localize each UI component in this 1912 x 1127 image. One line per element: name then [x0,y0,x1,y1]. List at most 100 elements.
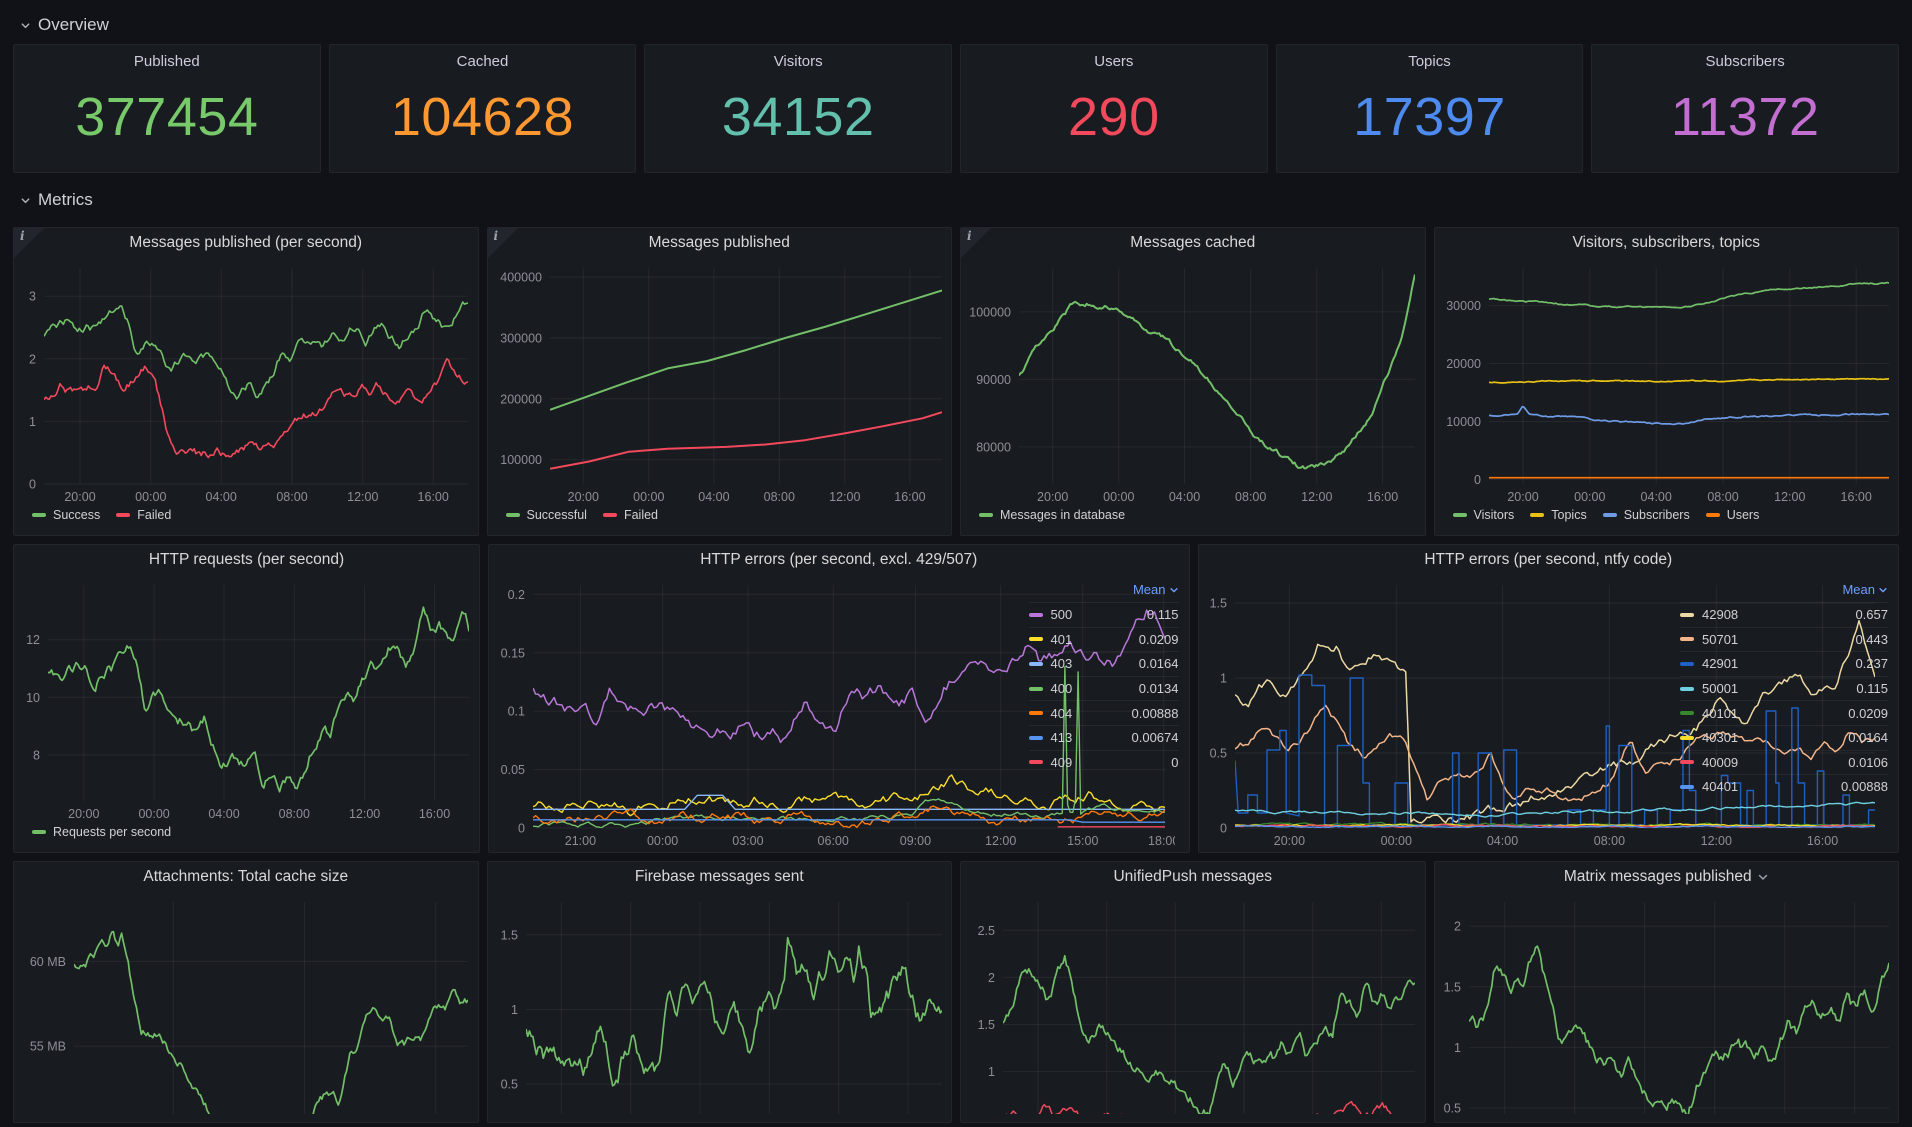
legend-sort-mean[interactable]: Mean [1680,577,1888,602]
svg-text:04:00: 04:00 [698,490,729,504]
stat-subscribers: Subscribers 11372 [1591,44,1899,173]
svg-text:8: 8 [33,748,40,762]
chart-messages-published[interactable]: 20:0000:0004:0008:0012:0016:001000002000… [488,258,952,508]
svg-text:0.5: 0.5 [1443,1101,1460,1115]
legend-row-403[interactable]: 4030.0164 [1029,651,1179,676]
svg-text:10: 10 [26,691,40,705]
chart-http-requests[interactable]: 20:0000:0004:0008:0012:0016:0081012 [14,575,479,825]
section-metrics[interactable]: Metrics [13,173,1899,219]
svg-text:0.5: 0.5 [500,1078,517,1092]
legend-item-topics[interactable]: Topics [1530,508,1586,522]
chart-visitors-subscribers-topics[interactable]: 20:0000:0004:0008:0012:0016:000100002000… [1435,258,1899,508]
chart-legend: Messages in database [961,508,1425,535]
chart-firebase-messages[interactable]: 0.511.5 [488,892,952,1122]
stat-value: 11372 [1671,70,1820,172]
chart-http-errors-excl[interactable]: 21:0000:0003:0006:0009:0012:0015:0018:00… [489,575,1025,852]
chevron-down-icon [20,195,31,206]
svg-text:400000: 400000 [500,271,542,285]
chart-messages-published-rate[interactable]: 20:0000:0004:0008:0012:0016:000123 [14,258,478,508]
svg-text:00:00: 00:00 [1380,834,1411,848]
panel-title[interactable]: Matrix messages published [1435,862,1899,892]
svg-text:21:00: 21:00 [565,834,596,848]
legend-row-40101[interactable]: 401010.0209 [1680,700,1888,725]
legend-row-404[interactable]: 4040.00888 [1029,700,1179,725]
panel-http-requests: HTTP requests (per second) 20:0000:0004:… [13,544,480,853]
legend-row-413[interactable]: 4130.00674 [1029,725,1179,750]
svg-text:03:00: 03:00 [732,834,763,848]
info-icon[interactable]: i [488,228,518,258]
legend-item-failed[interactable]: Failed [116,508,171,522]
panel-title[interactable]: Attachments: Total cache size [14,862,478,892]
legend-item-subscribers[interactable]: Subscribers [1603,508,1690,522]
legend-row-409[interactable]: 4090 [1029,750,1179,775]
chart-legend-table: Mean5000.1154010.02094030.01644000.01344… [1025,575,1189,852]
legend-item-visitors[interactable]: Visitors [1453,508,1515,522]
legend-row-401[interactable]: 4010.0209 [1029,627,1179,652]
chart-unifiedpush-messages[interactable]: 11.522.5 [961,892,1425,1122]
legend-item-messages-in-database[interactable]: Messages in database [979,508,1125,522]
legend-row-40401[interactable]: 404010.00888 [1680,774,1888,799]
chart-messages-cached[interactable]: 20:0000:0004:0008:0012:0016:008000090000… [961,258,1425,508]
legend-item-success[interactable]: Success [32,508,100,522]
chart-legend: Requests per second [14,825,479,852]
series-color-swatch [1680,760,1694,764]
legend-sort-mean[interactable]: Mean [1029,577,1179,602]
legend-item-failed[interactable]: Failed [603,508,658,522]
chart-attachments-cache-size[interactable]: 55 MB60 MB [14,892,478,1122]
stat-label: Topics [1408,53,1451,70]
svg-text:12:00: 12:00 [1301,490,1332,504]
legend-row-500[interactable]: 5000.115 [1029,602,1179,627]
chart-legend: Success Failed [14,508,478,535]
svg-text:08:00: 08:00 [763,490,794,504]
panel-title[interactable]: Firebase messages sent [488,862,952,892]
series-color-swatch [1029,687,1043,691]
chart-http-errors-ntfy[interactable]: 20:0000:0004:0008:0012:0016:0000.511.5 [1199,575,1677,852]
dashboard: Overview Published 377454 Cached 104628 … [0,0,1912,1123]
stat-value: 34152 [722,70,875,172]
svg-text:00:00: 00:00 [135,490,166,504]
series-color-swatch [1680,785,1694,789]
legend-row-40009[interactable]: 400090.0106 [1680,750,1888,775]
stat-value: 377454 [75,70,258,172]
series-color-swatch [116,513,130,517]
panel-title[interactable]: HTTP errors (per second, excl. 429/507) [489,545,1189,575]
svg-text:1.5: 1.5 [1443,980,1460,994]
legend-row-40301[interactable]: 403010.0164 [1680,725,1888,750]
panel-title[interactable]: HTTP errors (per second, ntfy code) [1199,545,1899,575]
svg-text:100000: 100000 [969,305,1011,319]
legend-item-successful[interactable]: Successful [506,508,587,522]
legend-row-42908[interactable]: 429080.657 [1680,602,1888,627]
svg-text:12:00: 12:00 [347,490,378,504]
panel-firebase-messages: Firebase messages sent 0.511.5 [487,861,953,1123]
legend-item-requests-per-second[interactable]: Requests per second [32,825,171,839]
panel-title[interactable]: Messages published (per second) [14,228,478,258]
info-icon[interactable]: i [961,228,991,258]
panel-unifiedpush-messages: UnifiedPush messages 11.522.5 [960,861,1426,1123]
chart-matrix-messages[interactable]: 0.511.52 [1435,892,1899,1122]
svg-text:2: 2 [988,971,995,985]
svg-text:04:00: 04:00 [206,490,237,504]
legend-row-42901[interactable]: 429010.237 [1680,651,1888,676]
panel-title[interactable]: UnifiedPush messages [961,862,1425,892]
panel-messages-cached: i Messages cached 20:0000:0004:0008:0012… [960,227,1426,536]
svg-text:0.15: 0.15 [501,646,525,660]
legend-row-50001[interactable]: 500010.115 [1680,676,1888,701]
svg-text:2: 2 [1454,920,1461,934]
chevron-down-icon[interactable] [1757,871,1769,883]
panel-title[interactable]: Messages cached [961,228,1425,258]
stat-label: Subscribers [1706,53,1785,70]
panel-title[interactable]: Messages published [488,228,952,258]
svg-text:1: 1 [29,415,36,429]
svg-text:00:00: 00:00 [138,807,169,821]
legend-row-50701[interactable]: 507010.443 [1680,627,1888,652]
legend-item-users[interactable]: Users [1706,508,1760,522]
svg-text:12:00: 12:00 [985,834,1016,848]
info-icon[interactable]: i [14,228,44,258]
svg-text:00:00: 00:00 [633,490,664,504]
svg-text:09:00: 09:00 [900,834,931,848]
svg-text:100000: 100000 [500,453,542,467]
section-overview[interactable]: Overview [13,0,1899,44]
legend-row-400[interactable]: 4000.0134 [1029,676,1179,701]
panel-title[interactable]: Visitors, subscribers, topics [1435,228,1899,258]
panel-title[interactable]: HTTP requests (per second) [14,545,479,575]
